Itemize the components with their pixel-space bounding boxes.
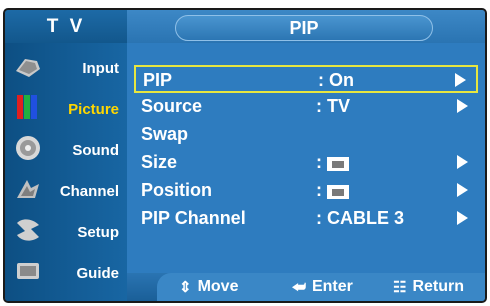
- sidebar-item-label: Sound: [72, 142, 119, 159]
- enter-icon: ⮨: [292, 278, 306, 296]
- footer-return: ☷ Return: [393, 278, 464, 296]
- arrow-right-icon: [457, 211, 468, 225]
- menu-row-source[interactable]: Source : TV: [134, 93, 478, 121]
- header-tv-title: T V: [5, 10, 127, 43]
- pip-size-icon: [327, 156, 349, 171]
- arrow-right-icon: [457, 183, 468, 197]
- menu-row-value-colon: :: [316, 180, 322, 200]
- arrow-right-icon: [457, 155, 468, 169]
- sidebar-item-sound[interactable]: Sound: [5, 129, 127, 169]
- menu-row-pip[interactable]: PIP : On: [134, 65, 478, 93]
- footer-move: ⇕ Move: [179, 278, 238, 296]
- pip-menu-panel: PIP : On Source : TV Swap Size : Positio…: [127, 43, 485, 273]
- sidebar-item-label: Input: [82, 60, 119, 77]
- move-updown-icon: ⇕: [179, 279, 192, 296]
- menu-row-value: :: [316, 152, 349, 173]
- menu-row-swap[interactable]: Swap: [134, 121, 478, 149]
- picture-icon: [17, 95, 37, 119]
- sound-icon: [16, 136, 40, 160]
- menu-row-label: Source: [141, 96, 203, 116]
- menu-row-value-colon: :: [316, 152, 322, 172]
- setup-icon: [17, 219, 39, 241]
- sidebar-item-label: Picture: [68, 101, 119, 118]
- osd-menu: T V PIP Input Picture Sound Channel Setu…: [3, 8, 487, 303]
- menu-row-label: Swap: [141, 124, 189, 144]
- page-title: PIP: [175, 15, 433, 41]
- sidebar-item-label: Guide: [76, 265, 119, 282]
- menu-row-position[interactable]: Position :: [134, 177, 478, 205]
- menu-row-value: : On: [318, 70, 354, 90]
- menu-row-label: PIP Channel: [141, 208, 246, 228]
- menu-row-size[interactable]: Size :: [134, 149, 478, 177]
- input-icon: [16, 59, 40, 77]
- sidebar-item-guide[interactable]: Guide: [5, 252, 127, 292]
- sidebar-item-picture[interactable]: Picture: [5, 88, 127, 128]
- menu-row-value: : CABLE 3: [316, 208, 405, 228]
- menu-row-value: :: [316, 180, 349, 201]
- menu-row-label: Position: [141, 180, 212, 200]
- menu-row-label: Size: [141, 152, 178, 172]
- menu-row-value: : TV: [316, 96, 350, 116]
- sidebar: Input Picture Sound Channel Setup Guide: [5, 43, 127, 301]
- sidebar-item-label: Setup: [77, 224, 119, 241]
- sidebar-item-channel[interactable]: Channel: [5, 170, 127, 210]
- pip-position-icon: [327, 184, 349, 199]
- footer-return-label: Return: [412, 278, 465, 295]
- sidebar-item-label: Channel: [59, 183, 119, 200]
- return-icon: ☷: [393, 279, 407, 296]
- channel-icon: [17, 180, 39, 198]
- footer-move-label: Move: [197, 278, 239, 295]
- menu-row-label: PIP: [143, 70, 173, 90]
- sidebar-item-input[interactable]: Input: [5, 47, 127, 87]
- footer-enter-label: Enter: [311, 278, 353, 295]
- arrow-right-icon: [457, 99, 468, 113]
- sidebar-item-setup[interactable]: Setup: [5, 211, 127, 251]
- footer-enter: ⮨ Enter: [292, 278, 353, 296]
- footer-bar: ⇕ Move ⮨ Enter ☷ Return: [127, 273, 485, 301]
- arrow-right-icon: [455, 73, 466, 87]
- menu-row-pip-channel[interactable]: PIP Channel : CABLE 3: [134, 205, 478, 233]
- guide-icon: [17, 263, 39, 279]
- header-bar: PIP: [127, 10, 485, 43]
